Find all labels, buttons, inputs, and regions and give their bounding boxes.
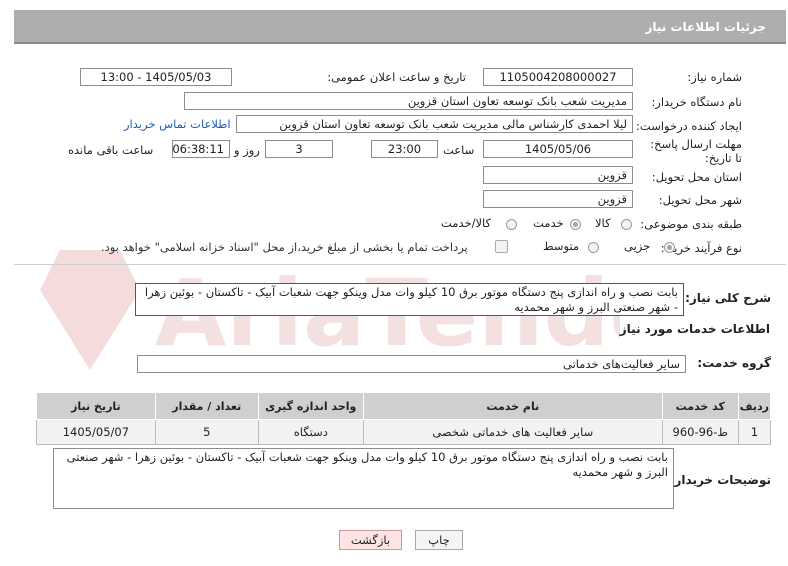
category-radio-service[interactable] [570,219,581,230]
process-radio-minor[interactable] [664,242,675,253]
cell-service-name: سایر فعالیت های خدماتی شخصی [362,419,663,445]
deadline-time-label: ساعت [443,143,475,157]
process-radio-medium[interactable] [588,242,599,253]
requester-label: ایجاد کننده درخواست: [636,119,742,133]
summary-label: شرح کلی نیاز: [685,291,771,305]
buyer-contact-link[interactable]: اطلاعات تماس خریدار [124,117,231,131]
col-quantity: تعداد / مقدار [154,392,259,420]
city-field[interactable]: قزوین [483,190,633,208]
need-number-field[interactable]: 1105004208000027 [483,68,633,86]
divider [14,264,786,265]
col-service-code: کد خدمت [661,392,739,420]
table-header-row: ردیف کد خدمت نام خدمت واحد اندازه گیری ت… [36,392,772,420]
payment-note: پرداخت تمام یا بخشی از مبلغ خرید،از محل … [101,240,468,254]
province-label: استان محل تحویل: [651,170,742,184]
category-option-goods-service: کالا/خدمت [441,216,492,230]
remaining-time-field[interactable]: 06:38:11 [172,140,230,158]
process-option-minor: جزیی [624,239,651,253]
announce-datetime-field[interactable]: 1405/05/03 - 13:00 [80,68,232,86]
category-radio-goods[interactable] [621,219,632,230]
category-label: طبقه بندی موضوعی: [640,217,742,231]
city-label: شهر محل تحویل: [658,193,742,207]
cell-quantity: 5 [154,419,259,445]
col-unit: واحد اندازه گیری [257,392,364,420]
category-option-service: خدمت [533,216,564,230]
cell-unit: دستگاه [257,419,364,445]
province-field[interactable]: قزوین [483,166,633,184]
services-table: ردیف کد خدمت نام خدمت واحد اندازه گیری ت… [36,392,772,445]
cell-service-code: ط-96-960 [661,419,739,445]
category-option-goods: کالا [595,216,611,230]
days-label: روز و [234,143,260,157]
print-button[interactable]: چاپ [415,530,463,550]
service-group-field[interactable]: سایر فعالیت‌های خدماتی [137,355,686,373]
announce-label: تاریخ و ساعت اعلان عمومی: [327,70,466,84]
back-button[interactable]: بازگشت [339,530,402,550]
page-title: جزئیات اطلاعات نیاز [645,20,766,34]
col-need-date: تاریخ نیاز [36,392,156,420]
buyer-field[interactable]: مدیریت شعب بانک توسعه تعاون استان قزوین [184,92,633,110]
buyer-label: نام دستگاه خریدار: [651,95,742,109]
treasury-checkbox[interactable] [495,240,508,253]
deadline-label: مهلت ارسال پاسخ: تا تاریخ: [650,137,742,165]
col-row-number: ردیف [737,392,772,420]
need-number-label: شماره نیاز: [687,70,742,84]
requester-field[interactable]: لیلا احمدی کارشناس مالی مدیریت شعب بانک … [236,115,633,133]
service-group-label: گروه خدمت: [697,356,771,370]
process-option-medium: متوسط [543,239,580,253]
remaining-time-label: ساعت باقی مانده [68,143,154,157]
deadline-date-field[interactable]: 1405/05/06 [483,140,633,158]
col-service-name: نام خدمت [362,392,663,420]
deadline-time-field[interactable]: 23:00 [371,140,438,158]
cell-row-number: 1 [737,419,772,445]
services-section-title: اطلاعات خدمات مورد نیاز [619,322,770,336]
summary-textarea[interactable]: بابت نصب و راه اندازی پنج دستگاه موتور ب… [135,283,684,316]
category-radio-goods-service[interactable] [506,219,517,230]
buyer-notes-label: توضیحات خریدار: [669,473,771,487]
cell-need-date: 1405/05/07 [36,419,156,445]
days-remaining-field[interactable]: 3 [265,140,333,158]
watermark-shield-icon [40,250,140,370]
table-row[interactable]: 1 ط-96-960 سایر فعالیت های خدماتی شخصی د… [36,419,772,445]
buyer-notes-textarea[interactable]: بابت نصب و راه اندازی پنج دستگاه موتور ب… [53,448,674,509]
page-header: جزئیات اطلاعات نیاز [14,10,786,44]
